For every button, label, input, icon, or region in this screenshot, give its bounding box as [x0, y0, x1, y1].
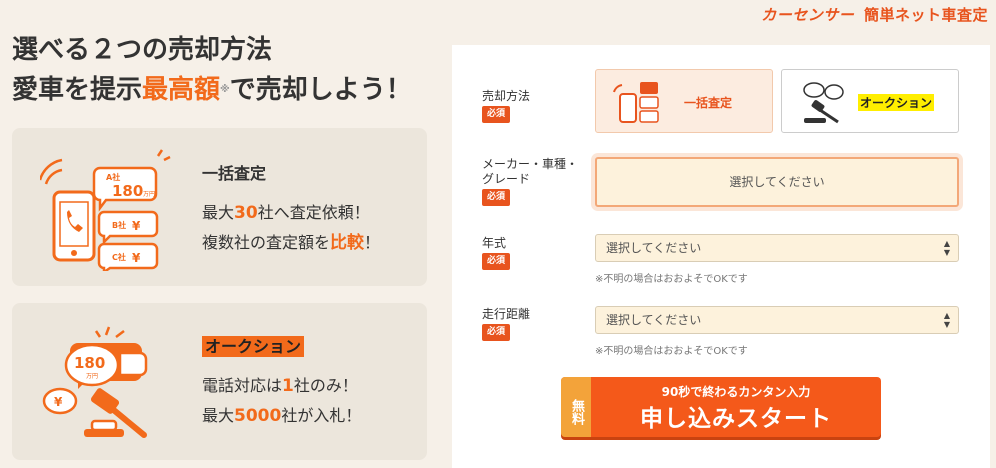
bubble-b-yen: ¥ — [132, 219, 141, 233]
method-auction-label: オークション — [858, 94, 935, 111]
page-headline: 選べる２つの売却方法 愛車を提示最高額※で売却しよう！ — [12, 30, 412, 110]
year-select-value: 選択してください — [606, 241, 702, 255]
appraisal-form: 売却方法 必須 一括査定 オークション メーカー・車種・ グレード 必須 選択し… — [452, 45, 990, 468]
auction-desc-line2-pre: 最大 — [202, 406, 235, 425]
auction-desc-line1-post: 社のみ！ — [293, 376, 358, 395]
gavel-bubbles-icon: 180 万円 ¥ — [42, 326, 148, 438]
start-application-button[interactable]: 無料 90秒で終わるカンタン入力 申し込みスタート — [561, 377, 881, 437]
method-bulk-button[interactable]: 一括査定 — [595, 69, 773, 133]
submit-subtitle: 90秒で終わるカンタン入力 — [661, 385, 811, 399]
auction-desc-line2-post: 社が入札！ — [281, 406, 362, 425]
year-label-group: 年式 必須 — [482, 236, 511, 270]
bulk-desc-line1-post: 社へ査定依頼！ — [257, 203, 370, 222]
bulk-desc-line1: 最大30社へ査定依頼！ — [202, 198, 380, 228]
bubble-b-company: B社 — [112, 220, 126, 230]
auction-desc-line1: 電話対応は1社のみ！ — [202, 371, 361, 401]
vehicle-label-group: メーカー・車種・ グレード 必須 — [482, 157, 578, 206]
bubble-a-company: A社 — [106, 172, 120, 182]
mileage-label-group: 走行距離 必須 — [482, 307, 530, 341]
bulk-desc-line2-strong: 比較 — [330, 233, 365, 253]
required-badge: 必須 — [482, 324, 511, 341]
brand-header: カーセンサー 簡単ネット車査定 — [761, 4, 988, 25]
method-bulk-label: 一括査定 — [684, 96, 733, 110]
bulk-appraisal-card: A社 180 万円 B社 ¥ C社 ¥ 一括査定 最大30社へ査定依頼！ 複数社… — [12, 128, 427, 286]
method-label: 売却方法 — [482, 89, 531, 103]
auction-title: オークション — [202, 333, 305, 357]
headline-line1: 選べる２つの売却方法 — [12, 35, 273, 65]
required-badge: 必須 — [482, 253, 511, 270]
bubble-a-price: 180 — [112, 182, 143, 200]
required-badge: 必須 — [482, 189, 511, 206]
auction-title-text: オークション — [202, 336, 305, 357]
auction-bubble-price: 180 — [74, 354, 105, 372]
headline-line2-pre: 愛車を提示 — [12, 75, 143, 105]
submit-label: 申し込みスタート — [640, 406, 832, 432]
vehicle-label-line1: メーカー・車種・ — [482, 157, 579, 171]
headline-line2: 愛車を提示最高額※で売却しよう！ — [12, 70, 412, 110]
mileage-label: 走行距離 — [482, 307, 531, 321]
year-hint: ※不明の場合はおおよそでOKです — [595, 274, 748, 285]
select-arrows-icon: ▲ ▼ — [943, 311, 950, 329]
mileage-select[interactable]: 選択してください ▲ ▼ — [595, 306, 959, 334]
method-auction-button[interactable]: オークション — [781, 69, 959, 133]
bulk-desc-line1-pre: 最大 — [202, 203, 235, 222]
auction-desc-line2: 最大5000社が入札！ — [202, 401, 361, 431]
auction-desc-line1-num: 1 — [282, 376, 294, 396]
mileage-hint: ※不明の場合はおおよそでOKです — [595, 346, 748, 357]
bulk-desc-line1-num: 30 — [234, 203, 258, 223]
headline-note-mark: ※ — [220, 84, 230, 95]
headline-line2-post: で売却しよう！ — [229, 75, 412, 105]
bulk-appraisal-title: 一括査定 — [202, 164, 267, 183]
year-select[interactable]: 選択してください ▲ ▼ — [595, 234, 959, 262]
auction-bubble-unit: 万円 — [86, 373, 98, 380]
bulk-desc-line2-pre: 複数社の査定額を — [202, 233, 331, 252]
method-label-group: 売却方法 必須 — [482, 89, 530, 123]
gavel-icon — [803, 82, 844, 124]
auction-desc-line2-num: 5000 — [234, 406, 282, 426]
bubble-c-yen: ¥ — [132, 251, 141, 265]
auction-bubble-yen: ¥ — [54, 395, 63, 409]
brand-logo: カーセンサー — [761, 6, 855, 24]
free-badge: 無料 — [561, 377, 591, 437]
brand-service-name: 簡単ネット車査定 — [863, 6, 988, 24]
auction-card: 180 万円 ¥ オークション 電話対応は1社のみ！ 最大5000社が入札！ — [12, 303, 427, 460]
vehicle-select[interactable]: 選択してください — [595, 157, 959, 207]
phone-yen-icon — [613, 82, 659, 123]
auction-desc-line1-pre: 電話対応は — [202, 376, 283, 395]
phone-bubbles-icon: A社 180 万円 B社 ¥ C社 ¥ — [40, 149, 171, 271]
headline-accent: 最高額 — [142, 75, 221, 105]
bulk-appraisal-description: 最大30社へ査定依頼！ 複数社の査定額を比較！ — [202, 198, 380, 258]
bubble-a-unit: 万円 — [143, 191, 155, 198]
select-arrows-icon: ▲ ▼ — [943, 239, 950, 257]
mileage-select-value: 選択してください — [606, 313, 702, 327]
bulk-desc-line2-post: ！ — [364, 233, 381, 252]
bulk-desc-line2: 複数社の査定額を比較！ — [202, 228, 380, 258]
year-label: 年式 — [482, 236, 507, 250]
bubble-c-company: C社 — [112, 252, 126, 262]
vehicle-label-line2: グレード — [482, 172, 531, 186]
required-badge: 必須 — [482, 106, 511, 123]
auction-description: 電話対応は1社のみ！ 最大5000社が入札！ — [202, 371, 361, 431]
